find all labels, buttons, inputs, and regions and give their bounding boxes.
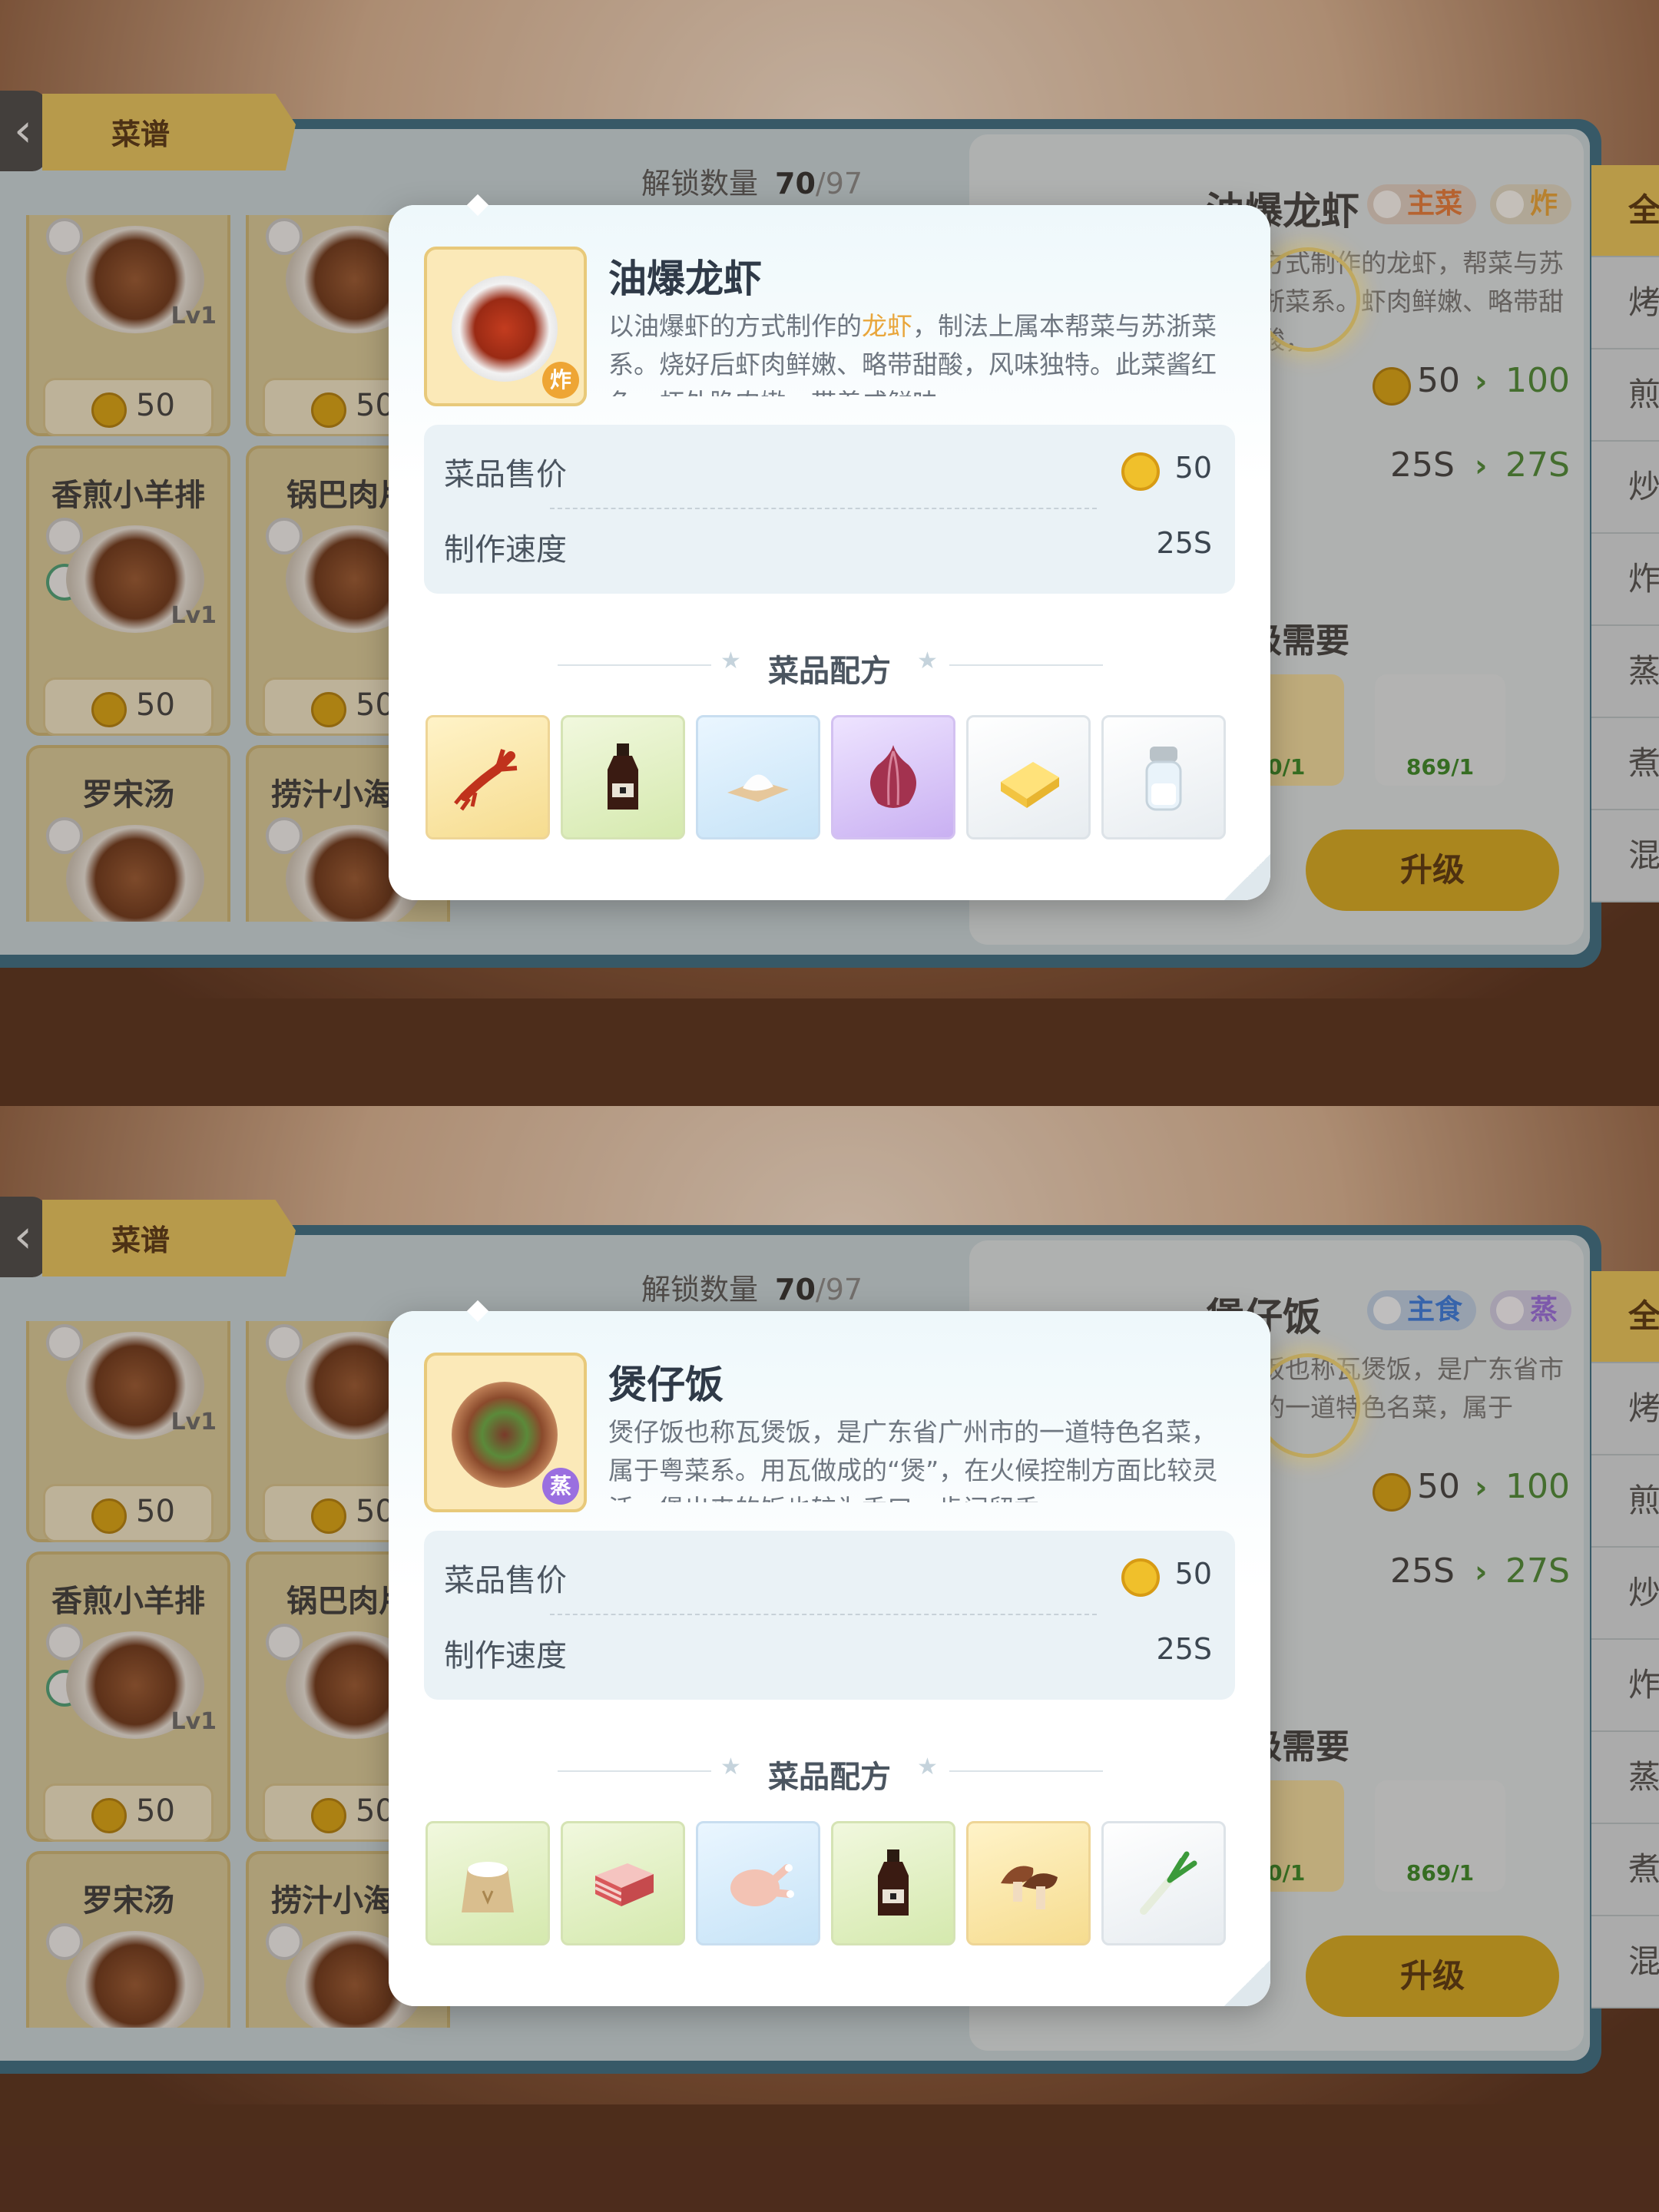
divider	[949, 1770, 1103, 1772]
divider	[949, 664, 1103, 666]
star-icon: ★	[917, 647, 938, 674]
flour-pile-icon	[720, 739, 796, 816]
method-badge: 蒸	[542, 1468, 579, 1505]
star-icon: ★	[917, 1753, 938, 1780]
dish-image	[452, 1382, 558, 1488]
coin-icon	[1121, 452, 1160, 491]
price-label: 菜品售价	[444, 1563, 567, 1598]
price-value: 50	[1174, 1557, 1212, 1591]
dish-title: 油爆龙虾	[608, 257, 762, 301]
soy-sauce-bottle-icon	[584, 739, 661, 816]
speed-value: 25S	[1156, 526, 1212, 560]
ingredient-slot[interactable]	[561, 1821, 685, 1945]
ingredient-slot[interactable]	[1101, 715, 1226, 839]
soy-sauce-bottle-icon	[855, 1845, 932, 1922]
method-badge: 炸	[542, 362, 579, 399]
divider	[550, 1614, 1097, 1615]
dish-description: 煲仔饭也称瓦煲饭，是广东省广州市的一道特色名菜，属于粤菜系。用瓦做成的“煲”，在…	[608, 1413, 1223, 1502]
speed-label: 制作速度	[444, 1638, 567, 1674]
ingredient-slot[interactable]	[426, 1821, 550, 1945]
scallion-icon	[1125, 1845, 1202, 1922]
salt-shaker-icon	[1125, 739, 1202, 816]
desc-highlight: 龙虾	[862, 311, 912, 341]
recipe-panel-top: ‹ 菜谱 解锁数量 70/97 Lv1 50 50 香煎小羊排 Lv1 50 锅巴…	[0, 0, 1659, 1106]
butter-icon	[990, 739, 1067, 816]
ingredient-slot[interactable]	[966, 715, 1091, 839]
ingredient-slot[interactable]	[696, 715, 820, 839]
recipe-heading: 菜品配方	[768, 654, 891, 689]
ingredient-slot[interactable]	[696, 1821, 820, 1945]
dish-info-popup: 炸 油爆龙虾 以油爆虾的方式制作的龙虾，制法上属本帮菜与苏浙菜系。烧好后虾肉鲜嫩…	[389, 194, 1270, 900]
crayfish-icon	[449, 739, 526, 816]
speed-label: 制作速度	[444, 532, 567, 568]
onion-icon	[855, 739, 932, 816]
desc-text: 煲仔饭也称瓦煲饭，是广东省广州市的一道特色名菜，属于粤菜系。用瓦做成的“煲”，在…	[608, 1417, 1218, 1502]
pork-belly-icon	[584, 1845, 661, 1922]
dish-image-frame: 蒸	[424, 1353, 587, 1512]
ingredient-slot[interactable]	[1101, 1821, 1226, 1945]
dish-image-frame: 炸	[424, 247, 587, 406]
chicken-icon	[720, 1845, 796, 1922]
dish-image	[452, 276, 558, 382]
divider	[550, 508, 1097, 509]
ingredient-slot[interactable]	[831, 1821, 955, 1945]
ingredient-slot[interactable]	[426, 715, 550, 839]
ingredient-slot[interactable]	[966, 1821, 1091, 1945]
speed-value: 25S	[1156, 1632, 1212, 1666]
recipe-panel-bottom: ‹ 菜谱 解锁数量 70/97 Lv1 50 50 香煎小羊排 Lv1 50 锅巴…	[0, 1106, 1659, 2212]
ingredient-slot[interactable]	[561, 715, 685, 839]
stats-box: 菜品售价 50 制作速度 25S	[424, 425, 1235, 594]
dish-title: 煲仔饭	[608, 1363, 724, 1407]
stats-box: 菜品售价 50 制作速度 25S	[424, 1531, 1235, 1700]
recipe-heading: 菜品配方	[768, 1760, 891, 1795]
coin-icon	[1121, 1558, 1160, 1597]
dish-description: 以油爆虾的方式制作的龙虾，制法上属本帮菜与苏浙菜系。烧好后虾肉鲜嫩、略带甜酸，风…	[608, 307, 1223, 396]
dish-info-popup: 蒸 煲仔饭 煲仔饭也称瓦煲饭，是广东省广州市的一道特色名菜，属于粤菜系。用瓦做成…	[389, 1300, 1270, 2006]
ingredient-slot[interactable]	[831, 715, 955, 839]
mushroom-icon	[990, 1845, 1067, 1922]
price-label: 菜品售价	[444, 457, 567, 492]
price-value: 50	[1174, 451, 1212, 485]
desc-text: 以油爆虾的方式制作的	[608, 311, 862, 341]
rice-sack-icon	[449, 1845, 526, 1922]
